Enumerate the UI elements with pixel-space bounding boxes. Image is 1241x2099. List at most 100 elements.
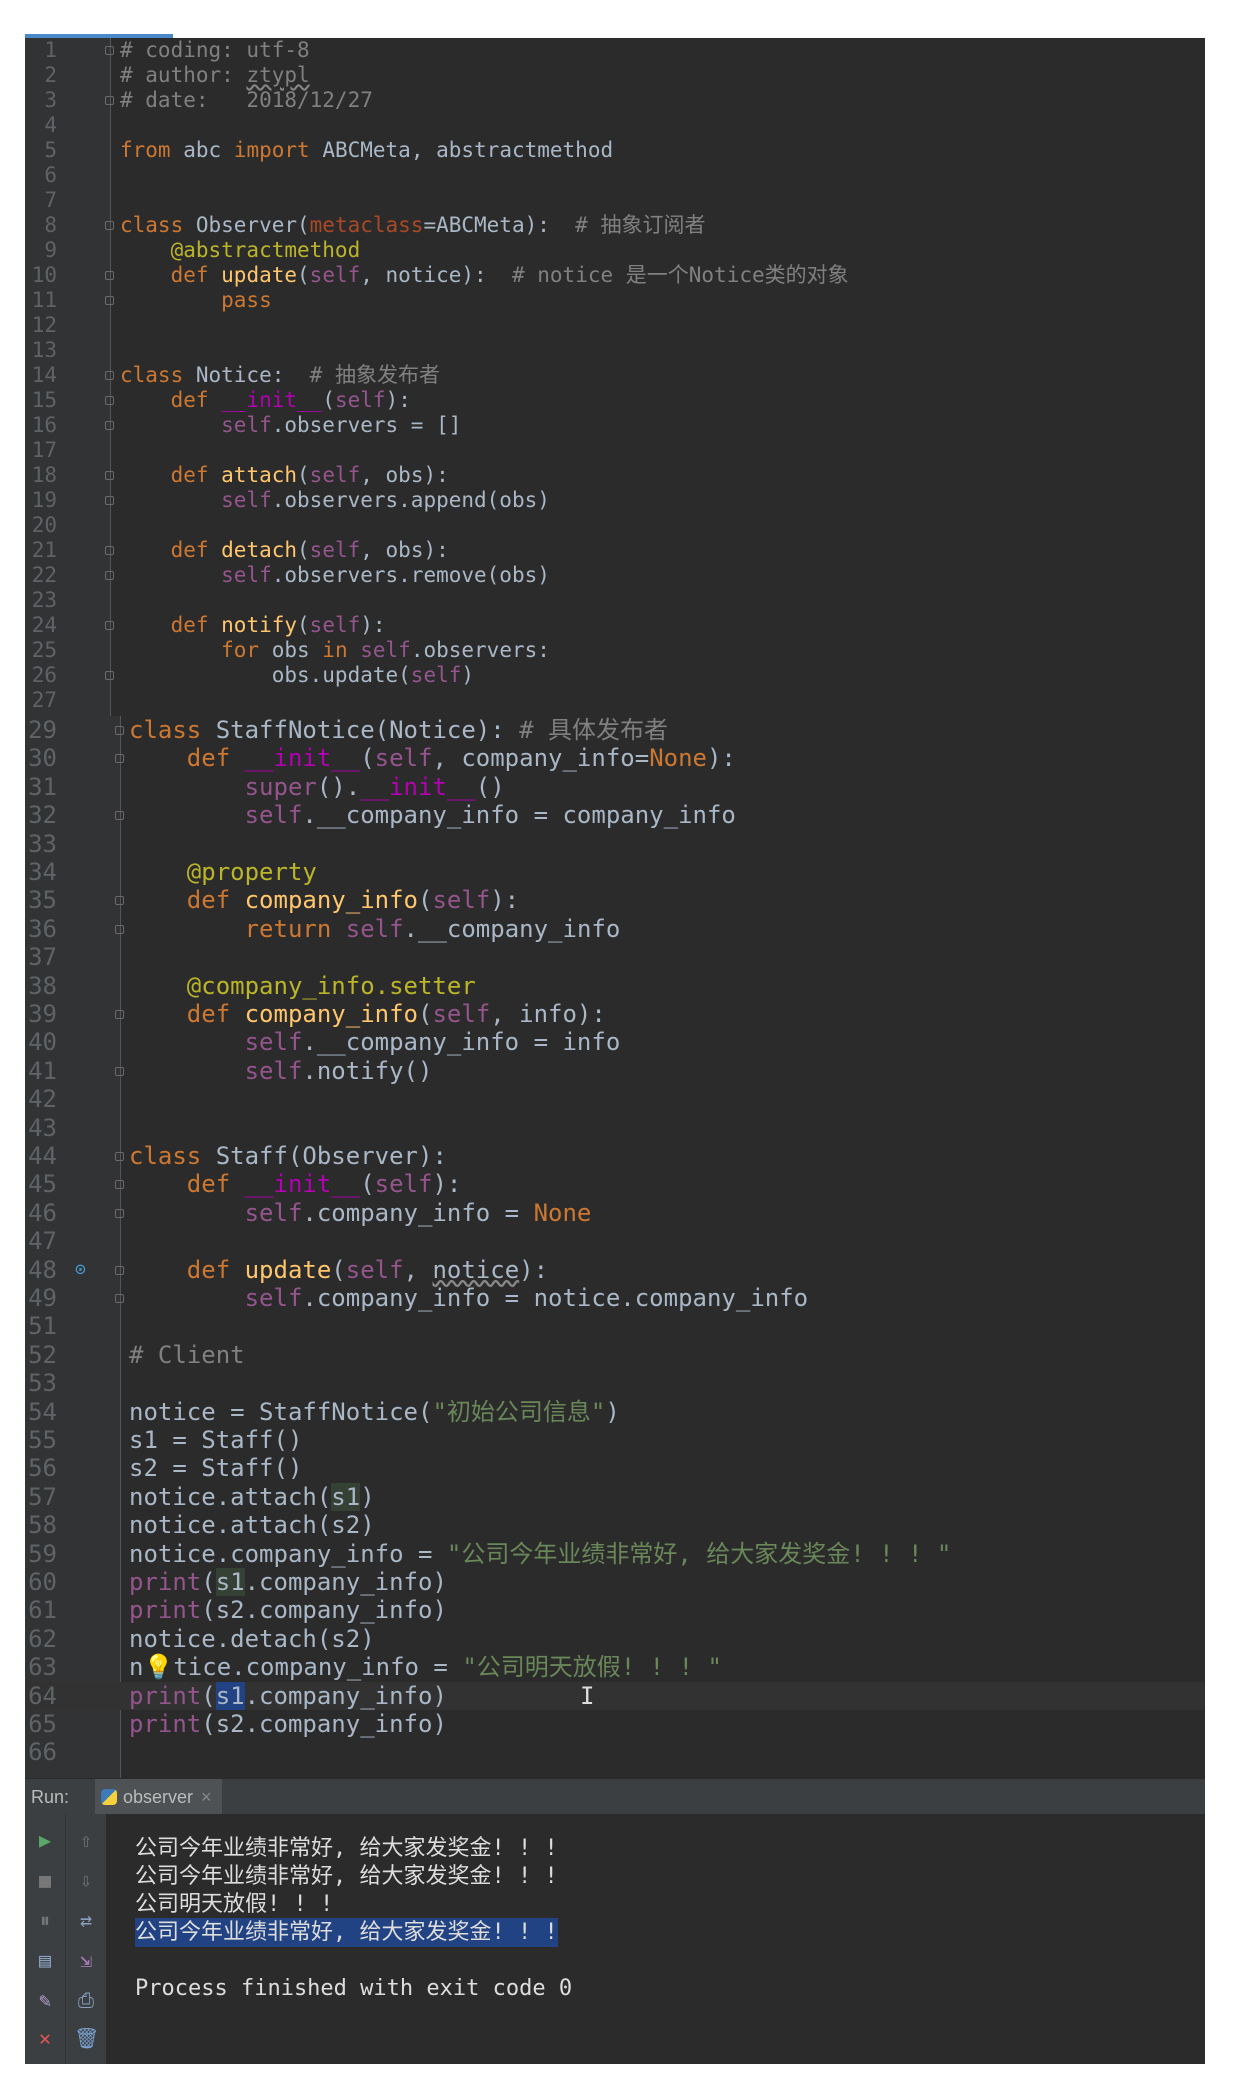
code-line[interactable]: 9 @abstractmethod: [25, 238, 1205, 263]
code-line[interactable]: 53: [25, 1369, 1205, 1397]
code-line[interactable]: 6: [25, 163, 1205, 188]
layout-icon[interactable]: ▤: [33, 1948, 57, 1972]
code-line[interactable]: 11 pass: [25, 288, 1205, 313]
run-tab-observer[interactable]: observer ×: [95, 1779, 222, 1815]
trash-icon[interactable]: 🗑: [74, 2026, 99, 2050]
code-line[interactable]: 25 for obs in self.observers:: [25, 638, 1205, 663]
fold-marker-icon[interactable]: [115, 1152, 124, 1161]
code-line[interactable]: 66: [25, 1738, 1205, 1766]
scroll-up-icon[interactable]: ⇧: [74, 1828, 98, 1852]
code-line[interactable]: 52 # Client: [25, 1341, 1205, 1369]
code-line[interactable]: 24 def notify(self):: [25, 613, 1205, 638]
code-line[interactable]: 14 class Notice: # 抽象发布者: [25, 363, 1205, 388]
code-line[interactable]: 7: [25, 188, 1205, 213]
fold-marker-icon[interactable]: [105, 271, 114, 280]
code-line[interactable]: 29 class StaffNotice(Notice): # 具体发布者: [25, 716, 1205, 744]
code-line[interactable]: 31 super().__init__(): [25, 773, 1205, 801]
code-line[interactable]: 49 self.company_info = notice.company_in…: [25, 1284, 1205, 1312]
code-line[interactable]: 27: [25, 688, 1205, 713]
code-line[interactable]: 35 def company_info(self):: [25, 886, 1205, 914]
fold-marker-icon[interactable]: [115, 1180, 124, 1190]
fold-marker-icon[interactable]: [105, 571, 114, 580]
code-line[interactable]: 3 # date: 2018/12/27: [25, 88, 1205, 113]
code-line[interactable]: 21 def detach(self, obs):: [25, 538, 1205, 563]
fold-marker-icon[interactable]: [105, 296, 114, 305]
code-line[interactable]: 61 print(s2.company_info): [25, 1596, 1205, 1624]
code-editor-bottom[interactable]: 29 class StaffNotice(Notice): # 具体发布者 30 d…: [25, 716, 1205, 1778]
code-line[interactable]: 65 print(s2.company_info): [25, 1710, 1205, 1738]
code-line[interactable]: 59 notice.company_info = "公司今年业绩非常好, 给大家发…: [25, 1540, 1205, 1568]
code-line[interactable]: 2 # author: ztypl: [25, 63, 1205, 88]
code-line[interactable]: 42: [25, 1085, 1205, 1113]
code-line[interactable]: 56 s2 = Staff(): [25, 1454, 1205, 1482]
fold-marker-icon[interactable]: [115, 1066, 124, 1076]
fold-marker-icon[interactable]: [115, 726, 124, 735]
code-line[interactable]: 39 def company_info(self, info):: [25, 1000, 1205, 1028]
code-line[interactable]: 18 def attach(self, obs):: [25, 463, 1205, 488]
fold-marker-icon[interactable]: [115, 1010, 124, 1019]
code-line[interactable]: 51: [25, 1312, 1205, 1340]
fold-marker-icon[interactable]: [115, 811, 124, 821]
code-line[interactable]: 57 notice.attach(s1): [25, 1482, 1205, 1511]
code-line[interactable]: 44 class Staff(Observer):: [25, 1142, 1205, 1170]
code-line[interactable]: 60 print(s1.company_info): [25, 1568, 1205, 1596]
code-line[interactable]: 16 self.observers = []: [25, 413, 1205, 438]
code-line[interactable]: 40 self.__company_info = info: [25, 1028, 1205, 1056]
code-line[interactable]: 26 obs.update(self): [25, 663, 1205, 688]
code-line[interactable]: 54 notice = StaffNotice("初始公司信息"): [25, 1398, 1205, 1426]
code-line[interactable]: 17: [25, 438, 1205, 463]
soft-wrap-icon[interactable]: ⇄: [74, 1908, 98, 1932]
code-line[interactable]: 34 @property: [25, 858, 1205, 886]
fold-marker-icon[interactable]: [115, 754, 124, 764]
code-line[interactable]: 62 notice.detach(s2): [25, 1625, 1205, 1653]
fold-marker-icon[interactable]: [105, 46, 114, 55]
code-line[interactable]: 12: [25, 313, 1205, 338]
fold-marker-icon[interactable]: [105, 221, 114, 230]
code-line[interactable]: 32 self.__company_info = company_info: [25, 801, 1205, 829]
code-line[interactable]: 15 def __init__(self):: [25, 388, 1205, 413]
code-line[interactable]: 37: [25, 943, 1205, 971]
code-line[interactable]: 38 @company_info.setter: [25, 972, 1205, 1000]
code-line[interactable]: 20: [25, 513, 1205, 538]
code-line[interactable]: 5 from abc import ABCMeta, abstractmethod: [25, 138, 1205, 163]
fold-marker-icon[interactable]: [115, 1265, 124, 1275]
code-line[interactable]: 48 def update(self, notice): ⊙: [25, 1256, 1205, 1284]
fold-marker-icon[interactable]: [115, 1294, 124, 1303]
code-line[interactable]: 46 self.company_info = None: [25, 1199, 1205, 1227]
fold-marker-icon[interactable]: [115, 896, 124, 906]
code-line[interactable]: 45 def __init__(self):: [25, 1170, 1205, 1198]
pause-icon[interactable]: ⏸: [33, 1908, 57, 1932]
code-line[interactable]: 36 return self.__company_info: [25, 915, 1205, 943]
code-line[interactable]: 33: [25, 830, 1205, 858]
close-run-icon[interactable]: ✕: [33, 2026, 57, 2050]
scroll-to-end-icon[interactable]: ⇲: [74, 1948, 98, 1972]
code-line[interactable]: 30 def __init__(self, company_info=None)…: [25, 744, 1205, 772]
fold-marker-icon[interactable]: [105, 496, 114, 505]
fold-marker-icon[interactable]: [105, 471, 114, 480]
code-line[interactable]: 63 n💡tice.company_info = "公司明天放假! ! ! ": [25, 1653, 1205, 1681]
fold-marker-icon[interactable]: [115, 924, 124, 934]
code-line[interactable]: 64 print(s1.company_info) I: [25, 1681, 1205, 1710]
code-line[interactable]: 47: [25, 1227, 1205, 1255]
code-line[interactable]: 10 def update(self, notice): # notice 是一…: [25, 263, 1205, 288]
code-line[interactable]: 58 notice.attach(s2): [25, 1511, 1205, 1539]
code-line[interactable]: 23: [25, 588, 1205, 613]
code-line[interactable]: 1 # coding: utf-8: [25, 38, 1205, 63]
code-line[interactable]: 19 self.observers.append(obs): [25, 488, 1205, 513]
fold-marker-icon[interactable]: [105, 396, 114, 405]
override-marker-icon[interactable]: ⊙: [75, 1256, 86, 1284]
rerun-icon[interactable]: ▶: [33, 1828, 57, 1852]
code-line[interactable]: 22 self.observers.remove(obs): [25, 563, 1205, 588]
stop-icon[interactable]: ■: [33, 1868, 57, 1892]
print-icon[interactable]: ⎙: [74, 1988, 98, 2012]
fold-marker-icon[interactable]: [105, 671, 114, 680]
code-line[interactable]: 8 class Observer(metaclass=ABCMeta): # 抽象…: [25, 213, 1205, 238]
fold-marker-icon[interactable]: [115, 1208, 124, 1218]
code-line[interactable]: 4: [25, 113, 1205, 138]
code-editor-top[interactable]: 1 # coding: utf-8 2 # author: ztypl 3 # date:…: [25, 38, 1205, 716]
pin-icon[interactable]: ✎: [33, 1988, 57, 2012]
scroll-down-icon[interactable]: ⇩: [74, 1868, 98, 1892]
fold-marker-icon[interactable]: [105, 96, 114, 105]
close-icon[interactable]: ×: [201, 1787, 212, 1807]
fold-marker-icon[interactable]: [105, 621, 114, 630]
